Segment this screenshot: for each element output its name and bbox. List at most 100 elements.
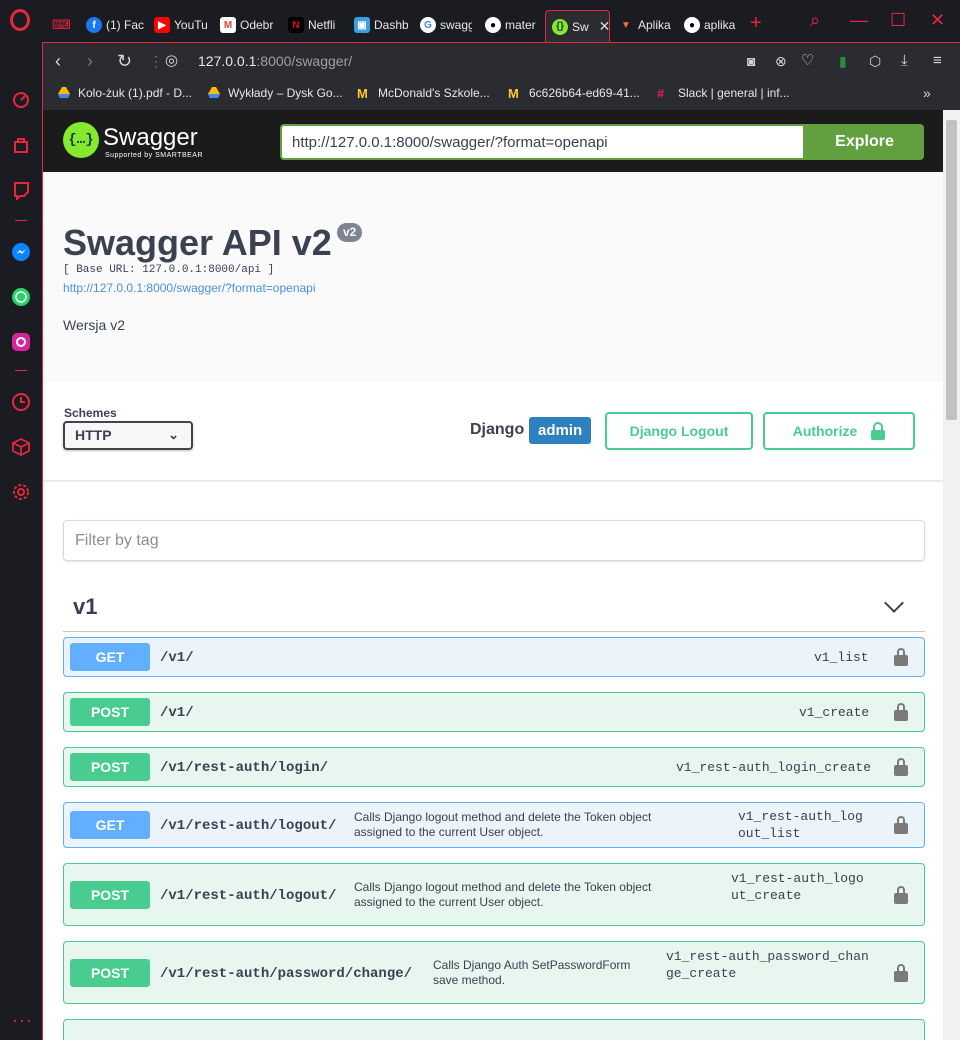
- search-tabs-icon[interactable]: ⌕: [810, 10, 820, 31]
- bookmark-item[interactable]: M 6c626b64-ed69-41...: [508, 86, 640, 101]
- history-icon[interactable]: [11, 392, 31, 412]
- gamepad-icon[interactable]: ⌨: [52, 12, 72, 38]
- url-host: 127.0.0.1: [198, 53, 257, 69]
- tab-label: Sw: [572, 19, 589, 34]
- easy-setup-icon[interactable]: ≡: [933, 51, 942, 71]
- extensions-icon[interactable]: ⬡: [869, 51, 881, 71]
- tab-label: Dashb: [374, 18, 408, 32]
- sidebar-separator: [15, 370, 27, 371]
- tab-github-2[interactable]: ● aplika: [684, 12, 736, 38]
- operation-row[interactable]: [63, 1019, 925, 1040]
- minimize-icon[interactable]: —: [850, 10, 868, 31]
- more-bookmarks-icon[interactable]: »: [923, 85, 931, 101]
- bookmark-label: 6c626b64-ed69-41...: [529, 86, 640, 100]
- more-options-icon[interactable]: ···: [12, 1010, 33, 1031]
- tab-facebook[interactable]: f (1) Fac: [86, 12, 146, 38]
- tab-gitlab[interactable]: ▼ Aplika: [618, 12, 674, 38]
- version-badge: v2: [337, 223, 363, 242]
- slack-icon: #: [657, 86, 665, 101]
- opera-menu-icon[interactable]: [10, 9, 30, 31]
- close-window-icon[interactable]: ✕: [930, 10, 945, 31]
- github-icon: ●: [485, 17, 501, 33]
- shopping-icon[interactable]: [11, 135, 31, 155]
- explore-button[interactable]: Explore: [805, 124, 924, 160]
- mcdonalds-icon: M: [357, 86, 368, 101]
- scrollbar-thumb[interactable]: [946, 120, 957, 420]
- lock-icon[interactable]: [894, 816, 908, 834]
- extension-icon[interactable]: ▮: [839, 51, 847, 71]
- maximize-icon[interactable]: ☐: [890, 10, 906, 31]
- django-logout-button[interactable]: Django Logout: [605, 412, 753, 450]
- url-field[interactable]: 127.0.0.1:8000/swagger/: [198, 53, 352, 69]
- operation-row[interactable]: POST /v1/rest-auth/logout/ Calls Django …: [63, 863, 925, 926]
- lock-icon[interactable]: [894, 758, 908, 776]
- adblock-icon[interactable]: ⊗: [775, 51, 787, 71]
- whatsapp-icon[interactable]: [11, 287, 31, 307]
- lock-icon[interactable]: [894, 648, 908, 666]
- speed-dial-icon[interactable]: [11, 90, 31, 110]
- site-info-globe-icon[interactable]: ◎: [165, 51, 178, 71]
- lock-icon[interactable]: [894, 964, 908, 982]
- tab-gmail[interactable]: M Odebr: [220, 12, 276, 38]
- bookmark-item[interactable]: M McDonald's Szkole...: [357, 86, 490, 101]
- download-icon[interactable]: ⤓: [901, 51, 908, 71]
- google-drive-icon: [58, 87, 70, 98]
- page-scrollbar[interactable]: [943, 110, 960, 1040]
- operation-path: /v1/rest-auth/password/change/: [160, 966, 413, 982]
- swagger-logo-text: Swagger: [103, 124, 198, 151]
- tab-github[interactable]: ● mater: [485, 12, 537, 38]
- twitch-icon[interactable]: [11, 180, 31, 200]
- operation-row[interactable]: GET /v1/ v1_list: [63, 637, 925, 677]
- operation-row[interactable]: GET /v1/rest-auth/logout/ Calls Django l…: [63, 802, 925, 848]
- chevron-down-icon[interactable]: [884, 593, 904, 613]
- operation-row[interactable]: POST /v1/rest-auth/login/ v1_rest-auth_l…: [63, 747, 925, 787]
- filter-by-tag-input[interactable]: Filter by tag: [63, 520, 925, 561]
- authorize-button[interactable]: Authorize: [763, 412, 915, 450]
- forward-icon[interactable]: ›: [87, 51, 93, 71]
- back-icon[interactable]: ‹: [55, 51, 61, 71]
- reload-icon[interactable]: ↻: [117, 51, 132, 71]
- django-user-badge: admin: [529, 417, 592, 444]
- api-title: Swagger API v2: [63, 222, 332, 263]
- bookmark-item[interactable]: Wykłady – Dysk Go...: [207, 86, 343, 100]
- lock-icon[interactable]: [894, 886, 908, 904]
- google-icon: G: [420, 17, 436, 33]
- bookmark-label: Wykłady – Dysk Go...: [228, 86, 343, 100]
- browser-sidebar: ···: [0, 42, 42, 1040]
- bookmark-heart-icon[interactable]: ♡: [801, 51, 814, 71]
- method-badge: GET: [70, 811, 150, 839]
- github-icon: ●: [684, 17, 700, 33]
- tab-swagger-active[interactable]: {} Sw ✕: [545, 10, 610, 42]
- spec-url-input[interactable]: http://127.0.0.1:8000/swagger/?format=op…: [280, 124, 805, 160]
- operation-path: /v1/: [160, 705, 194, 721]
- schemes-select[interactable]: HTTP ⌄: [63, 421, 193, 450]
- operation-path: /v1/rest-auth/login/: [160, 760, 329, 776]
- spec-link[interactable]: http://127.0.0.1:8000/swagger/?format=op…: [63, 281, 316, 295]
- tab-label: (1) Fac: [106, 18, 145, 32]
- tab-label: mater: [505, 18, 536, 32]
- operation-row[interactable]: POST /v1/ v1_create: [63, 692, 925, 732]
- operation-row[interactable]: POST /v1/rest-auth/password/change/ Call…: [63, 941, 925, 1004]
- lock-icon[interactable]: [894, 703, 908, 721]
- tag-section-v1[interactable]: v1: [63, 580, 925, 632]
- tab-youtube[interactable]: ▶ YouTu: [154, 12, 212, 38]
- gmail-icon: M: [220, 17, 236, 33]
- operation-path: /v1/: [160, 650, 194, 666]
- tab-dashboard[interactable]: ▣ Dashb: [354, 12, 408, 38]
- new-tab-icon[interactable]: +: [750, 12, 762, 35]
- more-actions-icon[interactable]: ⋮: [149, 51, 163, 71]
- messenger-icon[interactable]: [11, 242, 31, 262]
- authorize-label: Authorize: [792, 423, 858, 439]
- bookmark-item[interactable]: Kolo-żuk (1).pdf - D...: [57, 86, 192, 100]
- snapshot-camera-icon[interactable]: ◙: [747, 51, 755, 71]
- extensions-cube-icon[interactable]: [11, 437, 31, 457]
- settings-gear-icon[interactable]: [11, 482, 31, 502]
- tab-google[interactable]: Gswagg: [420, 12, 472, 38]
- netflix-icon: N: [288, 17, 304, 33]
- tab-netflix[interactable]: N Netfli: [288, 12, 340, 38]
- bookmark-item[interactable]: # Slack | general | inf...: [657, 86, 790, 101]
- tab-bar: ⌨ f (1) Fac ▶ YouTu M Odebr N Netfli ▣ Dashb …: [0, 0, 960, 42]
- bookmarks-bar: Kolo-żuk (1).pdf - D... Wykłady – Dysk G…: [42, 80, 960, 110]
- close-tab-icon[interactable]: ✕: [599, 18, 609, 35]
- instagram-icon[interactable]: [11, 332, 31, 352]
